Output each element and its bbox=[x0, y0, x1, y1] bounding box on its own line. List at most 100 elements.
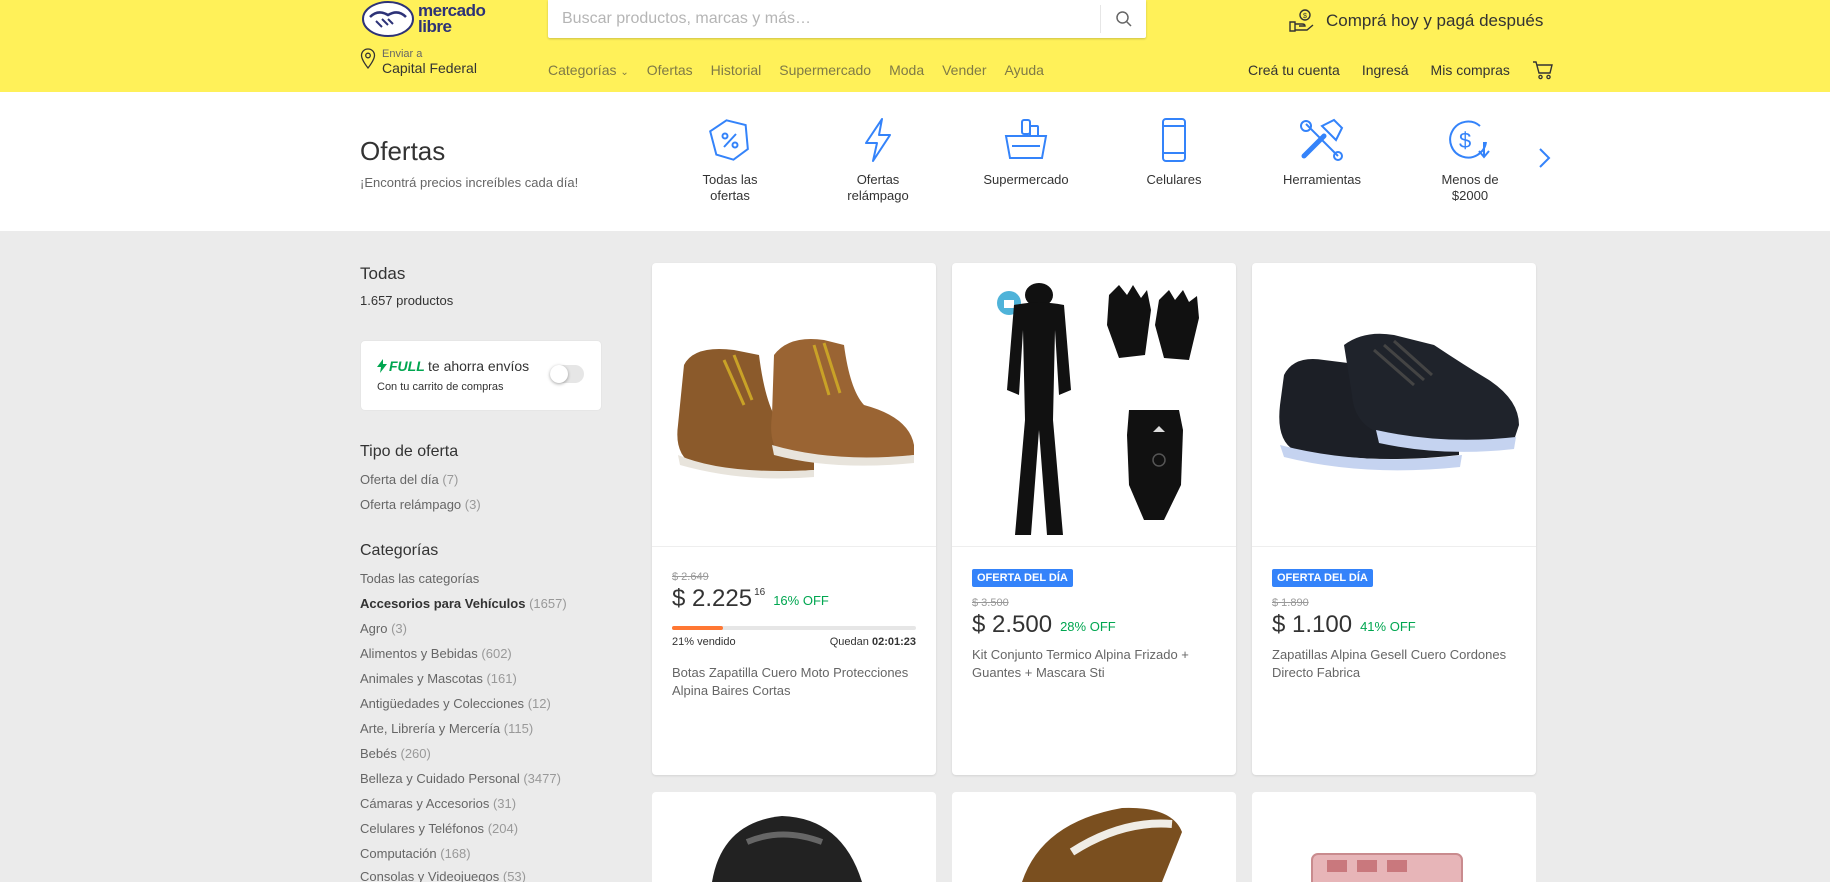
filter-category[interactable]: Arte, Librería y Mercería (115) bbox=[360, 721, 533, 736]
logo-text-line2: libre bbox=[418, 17, 452, 36]
promo-banner[interactable]: $ Comprá hoy y pagá después bbox=[1288, 8, 1543, 34]
category-label: Ofertas relámpago bbox=[847, 172, 909, 203]
price: $ 2.225 bbox=[672, 585, 753, 612]
product-card[interactable]: $ 2.649 $ 2.225 16 16% OFF 21% vendido Q… bbox=[652, 263, 936, 775]
product-title[interactable]: Botas Zapatilla Cuero Moto Protecciones … bbox=[672, 664, 916, 700]
shipping-location[interactable]: Enviar a Capital Federal bbox=[360, 48, 477, 75]
product-image bbox=[1022, 807, 1182, 882]
phone-icon bbox=[1162, 118, 1186, 162]
product-card[interactable]: OFERTA DEL DÍA $ 1.890 $ 1.100 41% OFF Z… bbox=[1252, 263, 1536, 775]
product-card[interactable] bbox=[1252, 792, 1536, 882]
header: mercado libre $ Comprá hoy y pagá despué… bbox=[0, 0, 1830, 92]
location-value: Capital Federal bbox=[382, 60, 477, 76]
full-toggle[interactable] bbox=[550, 365, 584, 383]
category-label: Herramientas bbox=[1282, 172, 1362, 187]
create-account-link[interactable]: Creá tu cuenta bbox=[1248, 62, 1340, 78]
filter-category[interactable]: Antigüedades y Colecciones (12) bbox=[360, 696, 551, 711]
discount-label: 16% OFF bbox=[773, 593, 829, 608]
nav-ayuda[interactable]: Ayuda bbox=[1004, 62, 1043, 78]
product-image[interactable] bbox=[1252, 263, 1536, 547]
page-title: Ofertas bbox=[360, 136, 446, 166]
cart-icon[interactable] bbox=[1532, 60, 1554, 80]
filter-title: Todas bbox=[360, 264, 406, 283]
boots-image bbox=[677, 338, 914, 478]
toggle-knob bbox=[550, 365, 568, 383]
tools-icon bbox=[1300, 118, 1344, 161]
product-title[interactable]: Kit Conjunto Termico Alpina Frizado + Gu… bbox=[972, 646, 1216, 682]
product-image[interactable] bbox=[652, 263, 936, 547]
svg-text:$: $ bbox=[1303, 13, 1307, 20]
offer-type-heading: Tipo de oferta bbox=[360, 443, 459, 460]
nav-categorias[interactable]: Categorías ⌄ bbox=[548, 62, 629, 78]
categories-heading: Categorías bbox=[360, 542, 439, 559]
account-nav: Creá tu cuenta Ingresá Mis compras bbox=[1248, 60, 1554, 80]
category-menos-de-2000[interactable]: $ Menos de $2000 bbox=[1410, 116, 1530, 204]
filter-category[interactable]: Agro (3) bbox=[360, 621, 407, 636]
search-input[interactable] bbox=[548, 0, 1100, 38]
full-logo: FULL bbox=[377, 358, 425, 374]
old-price: $ 1.890 bbox=[1272, 597, 1309, 609]
mercadolibre-logo[interactable]: mercado libre bbox=[362, 0, 502, 38]
category-herramientas[interactable]: Herramientas bbox=[1262, 116, 1382, 188]
nav-vender[interactable]: Vender bbox=[942, 62, 986, 78]
old-price: $ 3.500 bbox=[972, 597, 1009, 609]
search-bar bbox=[548, 0, 1146, 38]
filter-category[interactable]: Animales y Mascotas (161) bbox=[360, 671, 517, 686]
deal-of-day-badge: OFERTA DEL DÍA bbox=[972, 569, 1073, 587]
time-remaining: Quedan 02:01:23 bbox=[829, 636, 916, 648]
search-button[interactable] bbox=[1100, 5, 1146, 33]
basket-icon bbox=[1004, 119, 1048, 159]
lightning-icon bbox=[377, 359, 387, 373]
category-label: Supermercado bbox=[983, 172, 1069, 187]
sold-percent: 21% vendido bbox=[672, 636, 736, 648]
chevron-down-icon: ⌄ bbox=[620, 67, 629, 78]
price: $ 2.500 bbox=[972, 611, 1053, 638]
category-label: Todas las ofertas bbox=[702, 172, 758, 203]
product-card[interactable] bbox=[952, 792, 1236, 882]
filter-category[interactable]: Cámaras y Accesorios (31) bbox=[360, 796, 516, 811]
product-title[interactable]: Zapatillas Alpina Gesell Cuero Cordones … bbox=[1272, 646, 1516, 682]
price-cents: 16 bbox=[754, 587, 766, 598]
filter-category[interactable]: Celulares y Teléfonos (204) bbox=[360, 821, 518, 836]
category-celulares[interactable]: Celulares bbox=[1114, 116, 1234, 188]
login-link[interactable]: Ingresá bbox=[1362, 62, 1409, 78]
deal-of-day-badge: OFERTA DEL DÍA bbox=[1272, 569, 1373, 587]
filter-category[interactable]: Bebés (260) bbox=[360, 746, 431, 761]
product-image bbox=[1311, 853, 1463, 882]
thermal-kit-image bbox=[997, 282, 1199, 535]
filter-oferta-relampago[interactable]: Oferta relámpago (3) bbox=[360, 497, 481, 512]
filter-oferta-del-dia[interactable]: Oferta del día (7) bbox=[360, 472, 458, 487]
price: $ 1.100 bbox=[1272, 611, 1353, 638]
nav-moda[interactable]: Moda bbox=[889, 62, 924, 78]
product-image[interactable] bbox=[952, 263, 1236, 547]
page-subtitle: ¡Encontrá precios increíbles cada día! bbox=[360, 175, 579, 190]
my-purchases-link[interactable]: Mis compras bbox=[1431, 62, 1510, 78]
filter-category[interactable]: Alimentos y Bebidas (602) bbox=[360, 646, 512, 661]
discount-label: 41% OFF bbox=[1360, 619, 1416, 634]
category-ofertas-relampago[interactable]: Ofertas relámpago bbox=[818, 116, 938, 204]
dollar-down-icon: $ bbox=[1449, 120, 1490, 159]
filter-category[interactable]: Consolas y Videojuegos (53) bbox=[360, 869, 526, 882]
full-shipping-filter: FULL te ahorra envíos Con tu carrito de … bbox=[360, 340, 602, 411]
product-card[interactable] bbox=[652, 792, 936, 882]
filter-category[interactable]: Computación (168) bbox=[360, 846, 471, 861]
sold-progress-fill bbox=[672, 626, 724, 630]
category-supermercado[interactable]: Supermercado bbox=[966, 116, 1086, 188]
sold-progress-bar bbox=[672, 626, 916, 630]
percent-tag-icon bbox=[709, 119, 749, 161]
category-todas-las-ofertas[interactable]: Todas las ofertas bbox=[670, 116, 790, 204]
filter-category[interactable]: Todas las categorías bbox=[360, 571, 479, 586]
filter-category[interactable]: Belleza y Cuidado Personal (3477) bbox=[360, 771, 561, 786]
svg-text:$: $ bbox=[1459, 128, 1471, 153]
chevron-right-icon[interactable] bbox=[1536, 146, 1552, 170]
category-label: Menos de $2000 bbox=[1441, 172, 1499, 203]
nav-historial[interactable]: Historial bbox=[711, 62, 762, 78]
sneakers-image bbox=[1279, 333, 1519, 470]
nav-supermercado[interactable]: Supermercado bbox=[779, 62, 871, 78]
offers-category-bar: Ofertas ¡Encontrá precios increíbles cad… bbox=[0, 92, 1830, 231]
handshake-logo-icon bbox=[362, 1, 414, 37]
filter-category-selected[interactable]: Accesorios para Vehículos (1657) bbox=[360, 596, 567, 611]
product-card[interactable]: OFERTA DEL DÍA $ 3.500 $ 2.500 28% OFF K… bbox=[952, 263, 1236, 775]
result-count: 1.657 productos bbox=[360, 293, 454, 308]
nav-ofertas[interactable]: Ofertas bbox=[647, 62, 693, 78]
